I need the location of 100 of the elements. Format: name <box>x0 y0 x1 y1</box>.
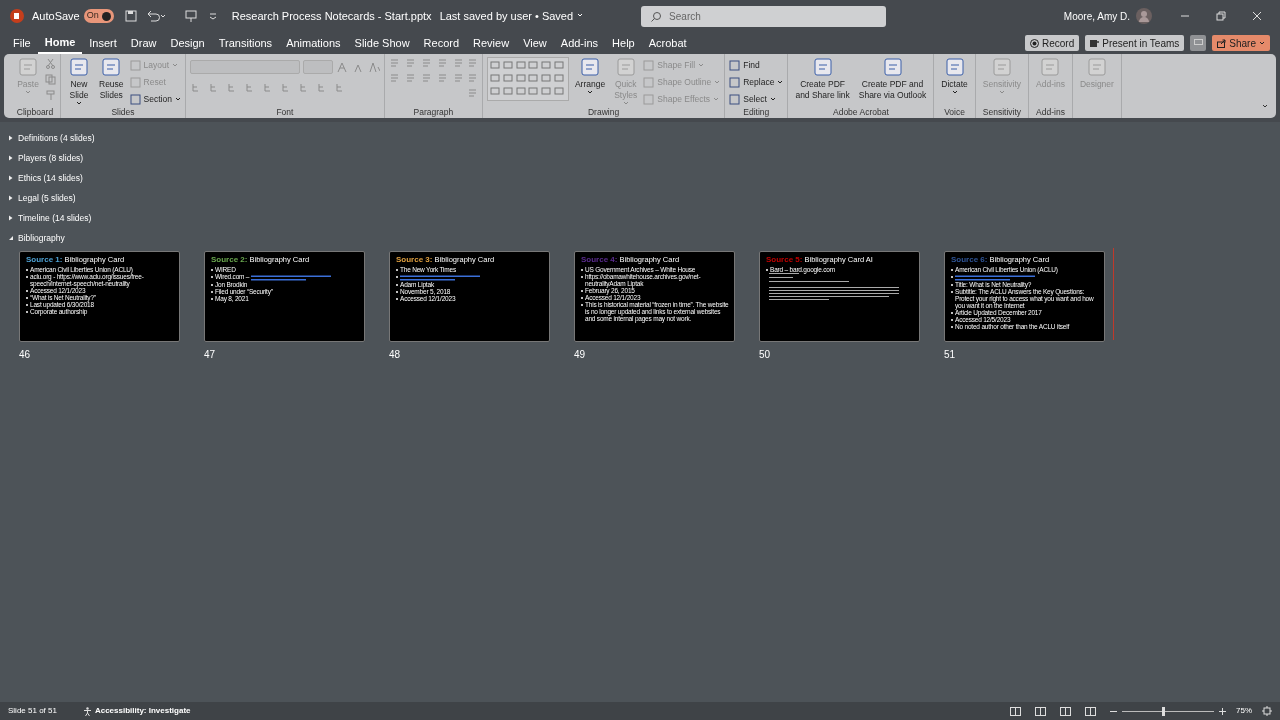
ribbon-button[interactable]: Section <box>129 91 181 107</box>
shape-icon <box>541 60 552 70</box>
ribbon-tab[interactable]: Draw <box>123 32 164 54</box>
command-icon <box>100 57 123 77</box>
command-icon <box>729 76 741 88</box>
zoom-in-icon[interactable] <box>1219 707 1226 715</box>
section-header[interactable]: Timeline (14 slides) <box>8 208 1272 228</box>
ribbon-button[interactable]: Create PDF and Share link <box>792 57 853 101</box>
group-label: Adobe Acrobat <box>832 107 890 118</box>
ribbon-tab[interactable]: Design <box>163 32 212 54</box>
paragraph-format-icon[interactable] <box>420 57 432 68</box>
ribbon-button[interactable]: Replace <box>729 74 784 90</box>
ribbon-tab[interactable]: Animations <box>279 32 348 54</box>
ribbon-tab[interactable]: Slide Show <box>347 32 417 54</box>
shape-icon <box>554 60 565 70</box>
section-header[interactable]: Players (8 slides) <box>8 148 1272 168</box>
expand-triangle-icon[interactable] <box>8 155 13 161</box>
cut-icon[interactable] <box>45 58 56 69</box>
format-painter-icon[interactable] <box>45 90 56 101</box>
paragraph-format-icon[interactable] <box>388 72 400 83</box>
ribbon-tab[interactable]: View <box>516 32 554 54</box>
command-icon <box>614 57 637 77</box>
slide-source-label: Source 5: <box>766 255 803 264</box>
section-header[interactable]: Definitions (4 slides) <box>8 128 1272 148</box>
paragraph-format-icon[interactable] <box>452 57 464 68</box>
ribbon-tab[interactable]: Acrobat <box>641 32 694 54</box>
ribbon-button[interactable]: Find <box>729 57 784 73</box>
zoom-level[interactable]: 75% <box>1236 705 1252 717</box>
ribbon-button[interactable]: Create PDF and Share via Outlook <box>855 57 930 101</box>
collapse-triangle-icon[interactable] <box>8 235 13 241</box>
slide-thumbnail[interactable] <box>944 251 1105 342</box>
font-name-field[interactable] <box>189 60 300 74</box>
copy-icon[interactable] <box>45 74 56 85</box>
save-icon[interactable] <box>123 9 138 23</box>
expand-triangle-icon[interactable] <box>8 175 13 181</box>
slide-thumbnail[interactable] <box>574 251 735 342</box>
section-header[interactable]: Ethics (14 slides) <box>8 168 1272 188</box>
ribbon-tab[interactable]: Help <box>605 32 642 54</box>
font-size-field[interactable] <box>302 60 333 74</box>
expand-triangle-icon[interactable] <box>8 195 13 201</box>
expand-triangle-icon[interactable] <box>8 135 13 141</box>
paragraph-format-icon[interactable] <box>436 57 448 68</box>
text-direction-icon[interactable] <box>466 72 478 83</box>
share-button[interactable]: Share <box>1212 35 1270 51</box>
close-icon[interactable] <box>1252 11 1262 21</box>
collapse-ribbon-icon[interactable] <box>1262 104 1270 110</box>
present-in-teams-button[interactable]: Present in Teams <box>1085 35 1185 51</box>
paragraph-format-icon[interactable] <box>436 72 448 83</box>
paragraph-format-icon[interactable] <box>388 57 400 68</box>
section-header[interactable]: Legal (5 slides) <box>8 188 1272 208</box>
paragraph-format-icon[interactable] <box>420 72 432 83</box>
shape-icon <box>489 73 500 83</box>
comments-button[interactable] <box>1190 35 1207 51</box>
ribbon-tab[interactable]: Insert <box>82 32 124 54</box>
group-label: Add-ins <box>1035 107 1066 118</box>
ribbon-tab[interactable]: Review <box>466 32 517 54</box>
slide-thumbnail[interactable] <box>19 251 180 342</box>
ribbon-tab[interactable]: Add-ins <box>553 32 606 54</box>
ribbon-button[interactable]: Reuse Slides <box>96 57 127 101</box>
group-label: Drawing <box>587 107 621 118</box>
ribbon-button[interactable]: Dictate <box>938 57 971 94</box>
user-name: Moore, Amy D. <box>1063 9 1130 24</box>
command-icon <box>943 57 966 77</box>
text-direction-icon[interactable] <box>466 87 478 98</box>
avatar-icon[interactable] <box>1136 8 1152 24</box>
group-label: Paragraph <box>412 107 455 118</box>
undo-icon[interactable] <box>145 9 166 23</box>
record-icon <box>1030 38 1039 48</box>
text-direction-icon[interactable] <box>466 57 478 68</box>
section-header[interactable]: Bibliography <box>8 228 1272 248</box>
slide-source-label: Source 6: <box>951 255 988 264</box>
zoom-slider-thumb[interactable] <box>1162 706 1166 716</box>
ribbon-tab[interactable]: Transitions <box>211 32 280 54</box>
ribbon-tab[interactable]: File <box>6 32 38 54</box>
record-button[interactable]: Record <box>1025 35 1080 51</box>
expand-triangle-icon[interactable] <box>8 215 13 221</box>
slide-number: 49 <box>574 348 587 362</box>
slide-source-label: Source 2: <box>211 255 248 264</box>
ribbon-button[interactable]: Arrange <box>571 57 609 94</box>
accessibility-button[interactable]: Accessibility: Investigate <box>82 705 191 717</box>
ribbon-tab[interactable]: Record <box>416 32 467 54</box>
shape-icon <box>515 73 526 83</box>
paragraph-format-icon[interactable] <box>404 57 416 68</box>
search-field[interactable]: Search <box>641 5 887 27</box>
paragraph-format-icon[interactable] <box>452 72 464 83</box>
ribbon-button[interactable]: New Slide <box>65 57 93 105</box>
autosave-toggle[interactable]: On <box>83 9 114 23</box>
comment-icon <box>1193 39 1203 47</box>
slide-position: Slide 51 of 51 <box>8 705 57 717</box>
customize-toolbar-icon[interactable] <box>207 11 218 21</box>
ribbon-button[interactable]: Select <box>729 91 784 107</box>
paragraph-format-icon[interactable] <box>404 72 416 83</box>
shape-icon <box>515 86 526 96</box>
restore-icon[interactable] <box>1216 11 1226 21</box>
shapes-gallery[interactable] <box>486 57 569 101</box>
slide-number: 47 <box>204 348 217 362</box>
shape-icon <box>554 86 565 96</box>
presenter-icon[interactable] <box>183 9 198 23</box>
slide-source-label: Source 4: <box>581 255 618 264</box>
clear-formatting-icon[interactable] <box>367 61 380 73</box>
